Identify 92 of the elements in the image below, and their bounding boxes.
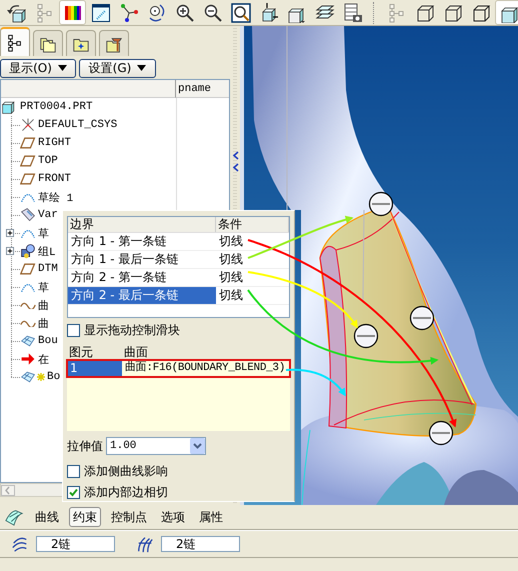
toolbar-button[interactable] — [59, 0, 86, 25]
tree-item[interactable]: 曲 — [1, 314, 49, 332]
tree-icon — [386, 2, 406, 22]
wireframe-cube-icon — [414, 2, 434, 22]
rotate-icon — [146, 2, 166, 22]
tree-item[interactable]: 在 — [1, 350, 49, 368]
stretch-label: 拉伸值 — [67, 438, 103, 455]
tree-icon — [6, 34, 24, 52]
chain-field[interactable]: 2链 — [36, 536, 115, 552]
wireframe-cube-icon — [470, 2, 490, 22]
tree-item[interactable]: 曲 — [1, 296, 49, 314]
navigator-tab[interactable] — [66, 30, 96, 56]
plane-icon — [20, 261, 36, 277]
surface-icon — [20, 333, 36, 349]
tree-item[interactable]: DTM — [1, 260, 58, 278]
cube-icon — [1, 99, 17, 115]
wireframe-cube-icon — [442, 2, 462, 22]
table-camera-icon — [342, 2, 362, 22]
dashboard-tab[interactable]: 曲线 — [31, 507, 63, 527]
tree-item[interactable]: 草 — [1, 224, 49, 242]
condition-cell[interactable]: 切线 — [216, 269, 289, 286]
curve-icon — [20, 319, 36, 327]
column-header: 条件 — [216, 217, 289, 232]
plane-icon — [20, 171, 36, 187]
stretch-dropdown[interactable]: 1.00 — [106, 437, 206, 456]
chain-field[interactable]: 2链 — [161, 536, 240, 552]
cube-arrow-icon — [6, 2, 26, 22]
checkbox[interactable] — [67, 324, 80, 338]
drag-handle[interactable] — [354, 324, 378, 348]
drag-handle[interactable] — [428, 420, 454, 446]
boundary-cell[interactable]: 方向 1 - 第一条链 — [68, 233, 216, 250]
tree-item[interactable]: 草绘 1 — [1, 188, 74, 206]
tree-item[interactable]: 草 — [1, 278, 49, 296]
surface-icon — [20, 369, 36, 385]
tree-item[interactable]: FRONT — [1, 170, 72, 188]
caret-icon — [58, 65, 67, 71]
window-icon — [90, 2, 110, 22]
column-header: 图元 — [68, 345, 94, 360]
drag-handle[interactable] — [410, 306, 434, 330]
curve-icon — [20, 301, 36, 309]
csys-icon — [20, 117, 36, 133]
tree-item[interactable]: Bou — [1, 332, 58, 350]
element-cell[interactable]: 1 — [67, 360, 122, 378]
axes-icon — [118, 2, 138, 22]
menu-button[interactable]: 设置(G) — [79, 58, 156, 78]
navigator-tab[interactable] — [0, 27, 30, 56]
dashboard-tab[interactable]: 属性 — [195, 507, 227, 527]
toolbar-button[interactable] — [495, 0, 518, 25]
tree-item[interactable]: RIGHT — [1, 134, 72, 152]
dashboard-tab[interactable]: 选项 — [157, 507, 189, 527]
tree-item[interactable]: PRT0004.PRT — [1, 98, 176, 116]
navigator-tab[interactable] — [99, 30, 129, 56]
checkbox[interactable] — [67, 465, 80, 478]
tree-item[interactable]: Var — [1, 206, 58, 224]
drag-handle[interactable] — [368, 192, 394, 216]
condition-cell[interactable]: 切线 — [216, 251, 289, 268]
curves-icon — [135, 535, 155, 553]
plane-icon — [20, 135, 36, 151]
dashboard-tab[interactable]: 约束 — [69, 507, 101, 527]
checkbox[interactable] — [67, 486, 80, 499]
tree-item[interactable]: 组L — [1, 242, 56, 260]
tree-icon — [34, 2, 54, 22]
checkbox-label[interactable]: 添加侧曲线影响 — [84, 463, 168, 480]
tree-item[interactable]: TOP — [1, 152, 58, 170]
dashboard-tab[interactable]: 控制点 — [107, 507, 151, 527]
boundary-cell[interactable]: 方向 2 - 第一条链 — [68, 269, 216, 286]
navigator-tab[interactable] — [33, 30, 63, 56]
surface-cell[interactable]: 曲面:F16(BOUNDARY_BLEND_3) — [122, 360, 290, 378]
expand-icon[interactable] — [6, 247, 14, 255]
boundary-cell[interactable]: 方向 2 - 最后一条链 — [68, 287, 216, 304]
condition-cell[interactable]: 切线 — [216, 287, 289, 304]
expand-icon[interactable] — [6, 229, 14, 237]
checkbox-label[interactable]: 显示拖动控制滑块 — [84, 322, 180, 340]
column-header[interactable]: pname — [176, 80, 229, 98]
zoom-fit-icon — [230, 2, 250, 22]
zoom-in-icon — [174, 2, 194, 22]
chevron-icon — [190, 438, 205, 454]
column-header: 边界 — [68, 217, 216, 232]
menu-button[interactable]: 显示(O) — [0, 58, 76, 78]
column-header: 曲面 — [123, 345, 149, 360]
tool-icon — [20, 207, 36, 223]
condition-cell[interactable]: 切线 — [216, 233, 289, 250]
caret-icon — [137, 65, 146, 71]
plane-icon — [20, 153, 36, 169]
group-icon — [20, 243, 36, 259]
zoom-out-icon — [202, 2, 222, 22]
checkbox-label[interactable]: 添加内部边相切 — [84, 484, 168, 501]
tree-item[interactable]: Bo — [1, 368, 60, 386]
boundary-cell[interactable]: 方向 1 - 最后一条链 — [68, 251, 216, 268]
tree-item[interactable]: DEFAULT_CSYS — [1, 116, 118, 134]
surface-icon — [3, 508, 25, 526]
arrow-icon — [20, 351, 36, 367]
